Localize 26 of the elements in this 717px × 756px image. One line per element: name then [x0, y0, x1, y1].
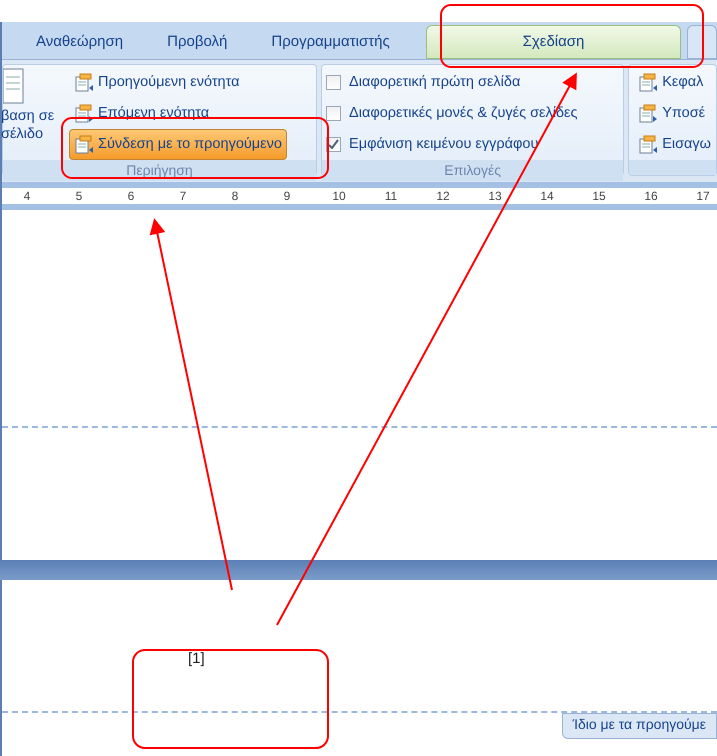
ribbon-tab[interactable]: Αναθεώρηση: [14, 25, 146, 59]
checkbox-label: Διαφορετική πρώτη σελίδα: [349, 72, 520, 92]
ribbon-button[interactable]: Εισαγω: [633, 129, 716, 160]
ribbon-button[interactable]: Κεφαλ: [633, 67, 716, 98]
group-label: Επιλογές: [322, 160, 624, 181]
page-section-icon: [74, 104, 94, 124]
checkbox-label: Εμφάνιση κειμένου εγγράφου: [349, 134, 538, 154]
ribbon-tab[interactable]: Σχεδίαση: [426, 25, 682, 59]
ribbon-tab[interactable]: Προβολή: [145, 25, 250, 59]
page-section-icon: [638, 104, 658, 124]
page-section-icon: [74, 72, 94, 92]
ribbon-button[interactable]: Σύνδεση με το προηγούμενο: [69, 129, 287, 160]
checkbox[interactable]: [326, 75, 342, 90]
ribbon-button[interactable]: Επόμενη ενότητα: [69, 98, 287, 129]
ruler: 4 5 6 7 8 9 10 11 12 13 14 15 16 17: [2, 188, 717, 204]
page-section-icon: [638, 134, 658, 154]
page-section-icon: [74, 134, 94, 154]
ribbon-tab[interactable]: [687, 25, 717, 59]
ribbon-tab[interactable]: Προγραμματιστής: [249, 25, 412, 59]
ribbon-button[interactable]: Προηγούμενη ενότητα: [69, 67, 287, 98]
group-label: Περιήγηση: [3, 160, 316, 181]
page-section-icon: [638, 72, 658, 92]
checkbox[interactable]: [326, 106, 342, 121]
page-number-field: [1]: [188, 648, 205, 670]
ribbon-button[interactable]: Υποσέ: [633, 98, 716, 129]
footer-tag: Ίδιο με τα προηγούμε: [562, 712, 717, 738]
